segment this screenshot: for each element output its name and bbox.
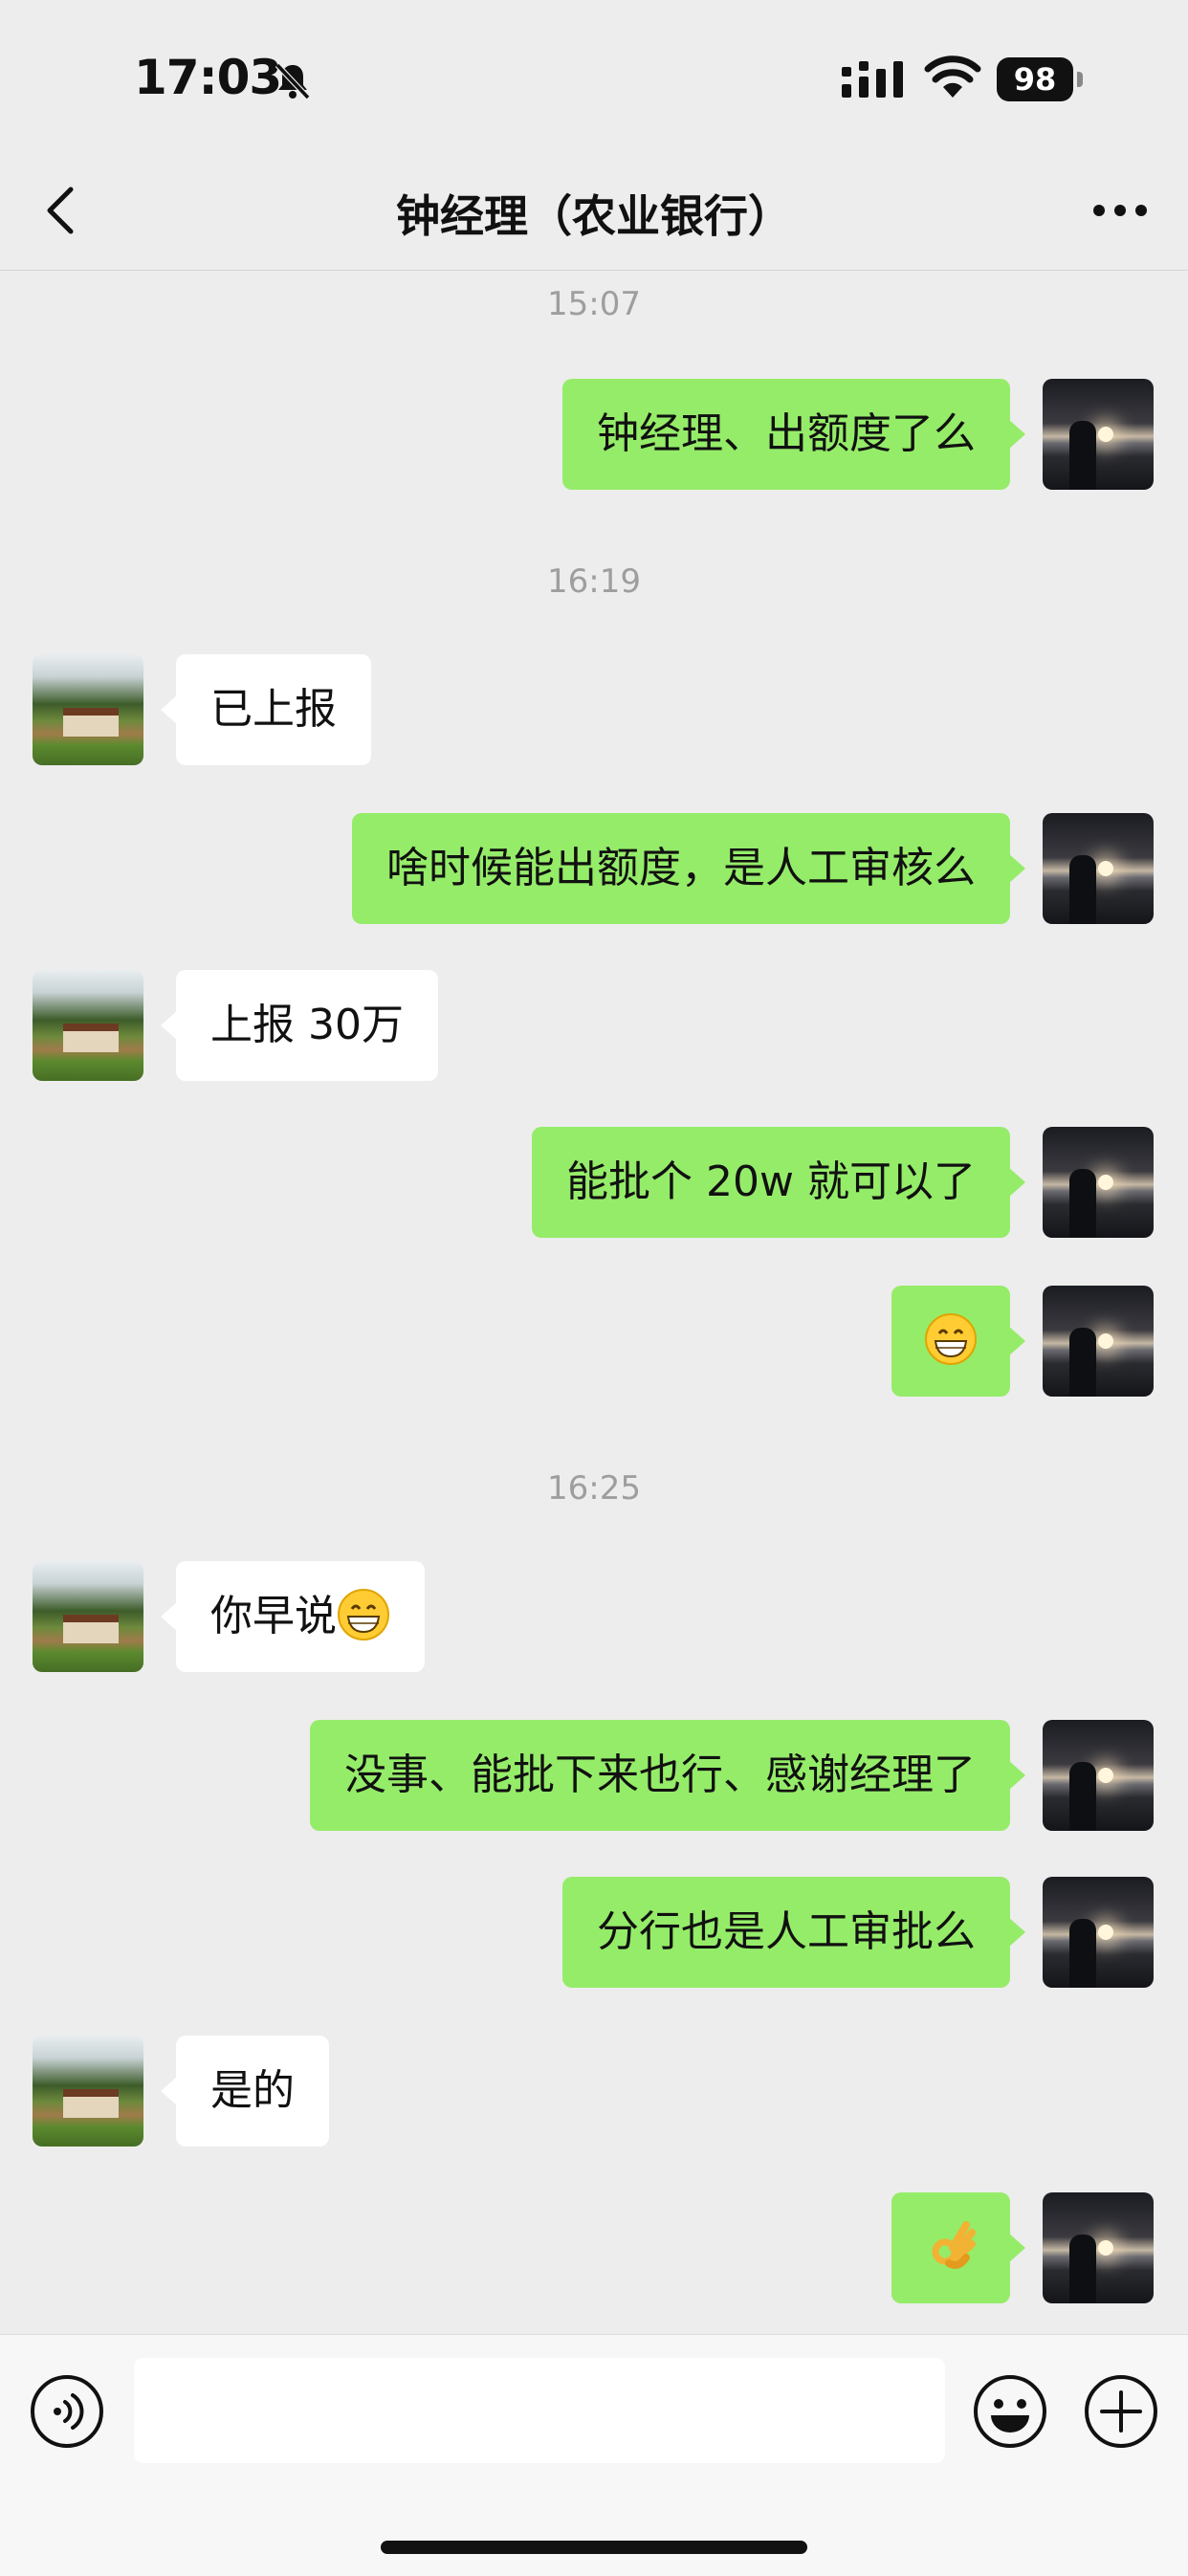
timestamp: 16:25	[547, 1469, 641, 1508]
status-bar: 17:03 98	[0, 0, 1188, 153]
my-avatar[interactable]	[1043, 379, 1154, 490]
timestamp: 16:19	[547, 562, 641, 601]
grin-emoji-icon	[925, 1313, 977, 1365]
message-text: 没事、能批下来也行、感谢经理了	[344, 1750, 976, 1799]
message-bubble-me[interactable]: 分行也是人工审批么	[562, 1877, 1025, 1988]
my-avatar[interactable]	[1043, 1877, 1154, 1988]
message-text: 上报 30万	[210, 1001, 404, 1049]
voice-input-icon[interactable]	[29, 2373, 105, 2450]
message-input[interactable]	[134, 2358, 945, 2463]
my-avatar[interactable]	[1043, 1720, 1154, 1831]
message-text: 已上报	[210, 685, 337, 734]
my-avatar[interactable]	[1043, 2192, 1154, 2303]
message-text: 是的	[210, 2066, 295, 2115]
contact-avatar[interactable]	[33, 970, 143, 1081]
message-bubble-contact[interactable]: 你早说	[161, 1561, 425, 1672]
mute-bell-icon	[275, 62, 311, 100]
contact-avatar[interactable]	[33, 654, 143, 765]
status-time: 17:03	[134, 50, 282, 105]
message-bubble-me[interactable]: 能批个 20w 就可以了	[532, 1127, 1025, 1238]
home-indicator[interactable]	[381, 2541, 807, 2554]
message-bubble-me[interactable]	[891, 2192, 1025, 2303]
grin-emoji-icon	[338, 1589, 389, 1640]
message-text: 分行也是人工审批么	[597, 1907, 976, 1956]
battery-indicator: 98	[997, 57, 1083, 101]
more-options-icon[interactable]	[1087, 191, 1154, 230]
timestamp: 15:07	[547, 285, 641, 323]
contact-avatar[interactable]	[33, 1561, 143, 1672]
message-bubble-contact[interactable]: 已上报	[161, 654, 371, 765]
battery-level: 98	[997, 57, 1073, 101]
contact-avatar[interactable]	[33, 2036, 143, 2147]
ok-hand-emoji-icon	[932, 2221, 976, 2269]
more-functions-plus-icon[interactable]	[1083, 2373, 1159, 2450]
message-bubble-me[interactable]: 钟经理、出额度了么	[562, 379, 1025, 490]
message-bubble-contact[interactable]: 上报 30万	[161, 970, 438, 1081]
battery-tip	[1077, 72, 1083, 87]
cellular-signal-icon	[842, 61, 903, 98]
message-bubble-me[interactable]	[891, 1286, 1025, 1397]
message-bubble-contact[interactable]: 是的	[161, 2036, 329, 2147]
message-text: 能批个 20w 就可以了	[566, 1157, 976, 1206]
chat-header: 钟经理（农业银行）	[0, 153, 1188, 271]
message-bubble-me[interactable]: 没事、能批下来也行、感谢经理了	[310, 1720, 1025, 1831]
message-text: 钟经理、出额度了么	[597, 409, 976, 458]
my-avatar[interactable]	[1043, 1286, 1154, 1397]
emoji-picker-icon[interactable]	[972, 2373, 1048, 2450]
chat-title: 钟经理（农业银行）	[396, 190, 792, 242]
message-bubble-me[interactable]: 啥时候能出额度，是人工审核么	[352, 813, 1025, 924]
my-avatar[interactable]	[1043, 813, 1154, 924]
my-avatar[interactable]	[1043, 1127, 1154, 1238]
message-text: 你早说	[210, 1592, 337, 1640]
message-text: 啥时候能出额度，是人工审核么	[386, 844, 976, 892]
wifi-icon	[924, 55, 981, 98]
